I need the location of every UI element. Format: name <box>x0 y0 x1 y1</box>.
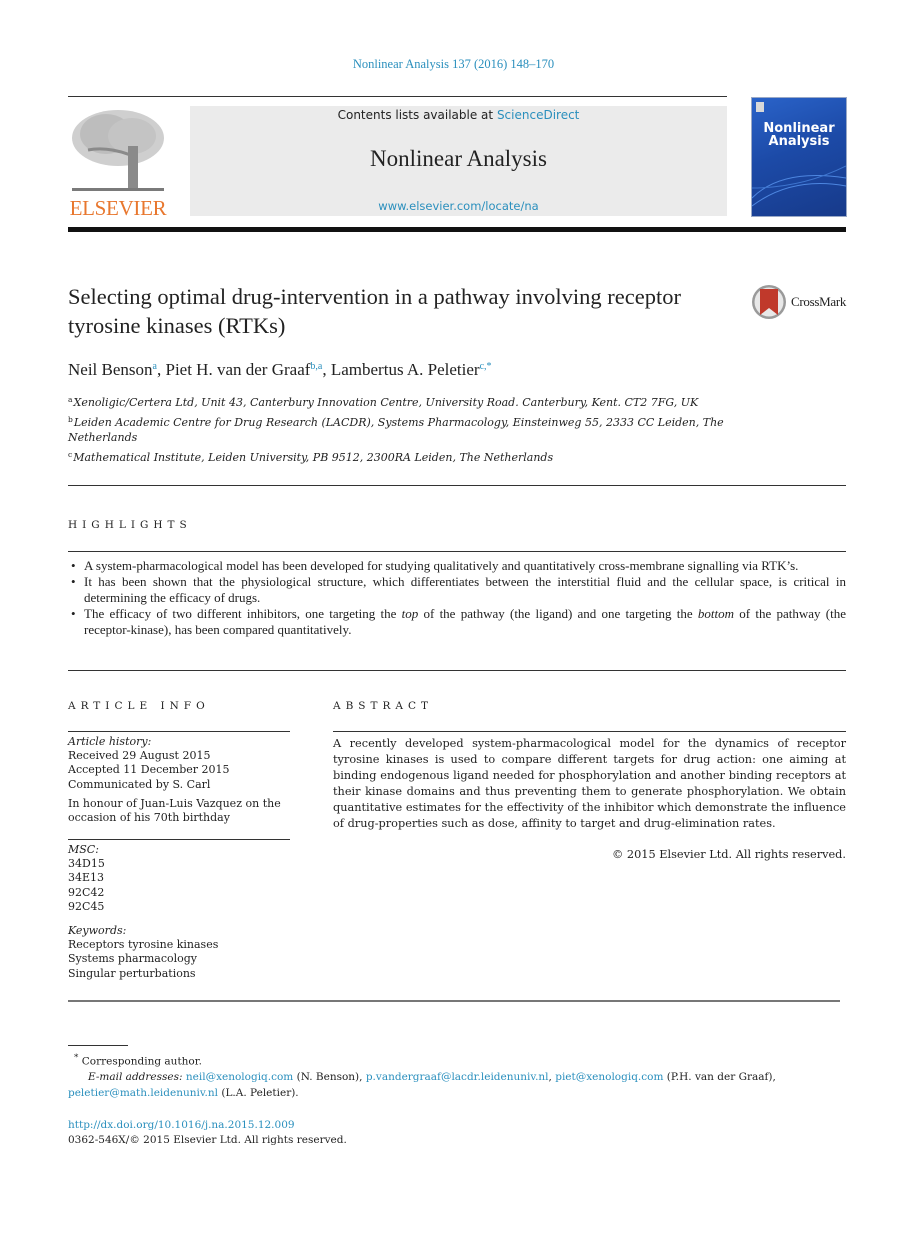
msc-code: 92C45 <box>68 899 105 913</box>
email-link[interactable]: neil@xenologiq.com <box>186 1071 293 1083</box>
email-owner: (L.A. Peletier). <box>218 1086 299 1099</box>
abstract-rule <box>333 731 846 732</box>
highlight-text: It has been shown that the physiological… <box>84 574 846 605</box>
footnotes: * Corresponding author. E-mail addresses… <box>68 1051 846 1101</box>
affiliation-text: Xenoligic/Certera Ltd, Unit 43, Canterbu… <box>73 396 699 409</box>
cover-wave-graphic <box>752 165 846 207</box>
msc-code: 92C42 <box>68 885 105 899</box>
highlight-text: of the pathway (the ligand) and one targ… <box>418 606 698 621</box>
highlight-emphasis: top <box>401 606 419 621</box>
masthead-thick-rule <box>68 227 846 232</box>
section-divider <box>68 485 846 486</box>
abstract-text: A recently developed system-pharmacologi… <box>333 737 846 830</box>
highlight-item: • It has been shown that the physiologica… <box>68 574 846 606</box>
bullet-icon: • <box>71 574 76 589</box>
tree-icon <box>72 110 164 191</box>
affiliation-item: aXenoligic/Certera Ltd, Unit 43, Canterb… <box>68 392 748 411</box>
cover-publisher-mark-icon <box>756 102 764 112</box>
email-link[interactable]: piet@xenologiq.com <box>555 1071 663 1083</box>
highlights-list: • A system-pharmacological model has been… <box>68 558 846 638</box>
highlight-text: A system-pharmacological model has been … <box>84 558 799 573</box>
journal-cover-image[interactable]: Nonlinear Analysis <box>751 97 847 217</box>
communicated-by: Communicated by S. Carl <box>68 777 211 791</box>
email-addresses: E-mail addresses: neil@xenologiq.com (N.… <box>68 1070 846 1101</box>
affiliation-text: Mathematical Institute, Leiden Universit… <box>73 450 554 464</box>
highlights-rule <box>68 551 846 552</box>
affiliation-mark: c <box>68 449 73 459</box>
affiliation-text: Leiden Academic Centre for Drug Research… <box>68 415 724 445</box>
abstract-heading: ABSTRACT <box>333 700 434 712</box>
cover-title-line2: Analysis <box>768 134 830 149</box>
masthead-rule <box>68 96 727 97</box>
keywords: Keywords: Receptors tyrosine kinases Sys… <box>68 924 290 981</box>
highlights-heading: HIGHLIGHTS <box>68 519 192 531</box>
elsevier-wordmark: ELSEVIER <box>69 196 167 220</box>
front-matter-bottom-rule <box>68 1000 840 1002</box>
msc-code: 34D15 <box>68 857 105 871</box>
doi-link[interactable]: http://dx.doi.org/10.1016/j.na.2015.12.0… <box>68 1119 295 1131</box>
keyword: Receptors tyrosine kinases <box>68 938 219 952</box>
section-divider <box>68 670 846 671</box>
journal-homepage-link[interactable]: www.elsevier.com/locate/na <box>190 199 727 213</box>
article-info-heading: ARTICLE INFO <box>68 700 210 712</box>
email-owner: (N. Benson), <box>293 1071 366 1083</box>
corresponding-author-note: * Corresponding author. <box>68 1051 846 1070</box>
article-history-label: Article history: <box>68 735 152 748</box>
crossmark-label: CrossMark <box>791 294 847 309</box>
highlight-item: • A system-pharmacological model has been… <box>68 558 846 574</box>
msc-codes: MSC: 34D15 34E13 92C42 92C45 <box>68 843 290 914</box>
email-label: E-mail addresses: <box>88 1071 183 1083</box>
affiliations: aXenoligic/Certera Ltd, Unit 43, Canterb… <box>68 392 748 466</box>
journal-name: Nonlinear Analysis <box>370 146 547 171</box>
corresponding-text: Corresponding author. <box>81 1055 202 1068</box>
keyword: Systems pharmacology <box>68 952 198 966</box>
author-name[interactable]: Piet H. van der Graaf <box>165 360 310 379</box>
journal-citation-link[interactable]: Nonlinear Analysis 137 (2016) 148–170 <box>0 57 907 72</box>
corresponding-mark: * <box>74 1053 79 1063</box>
highlight-text: The efficacy of two different inhibitors… <box>84 606 402 621</box>
author-list: Neil Bensona, Piet H. van der Graafb,a, … <box>68 360 492 379</box>
contents-prefix: Contents lists available at <box>337 108 497 122</box>
author-affiliation-mark[interactable]: b,a <box>310 361 322 372</box>
highlight-item: • The efficacy of two different inhibitor… <box>68 606 846 638</box>
email-link[interactable]: peletier@math.leidenuniv.nl <box>68 1087 218 1099</box>
affiliation-mark: b <box>68 414 73 424</box>
keywords-label: Keywords: <box>68 924 127 937</box>
cover-title: Nonlinear Analysis <box>752 122 846 148</box>
highlight-emphasis: bottom <box>697 606 735 621</box>
issn-copyright: 0362-546X/© 2015 Elsevier Ltd. All right… <box>68 1134 347 1146</box>
dedication: In honour of Juan-Luis Vazquez on the oc… <box>68 796 281 825</box>
crossmark-icon <box>752 285 786 319</box>
msc-label: MSC: <box>68 843 99 856</box>
article-info-rule <box>68 731 290 732</box>
affiliation-item: cMathematical Institute, Leiden Universi… <box>68 447 748 466</box>
author-affiliation-mark[interactable]: c,* <box>480 361 492 372</box>
abstract-copyright: © 2015 Elsevier Ltd. All rights reserved… <box>612 848 846 861</box>
received-date: Received 29 August 2015 <box>68 749 211 763</box>
sciencedirect-link[interactable]: ScienceDirect <box>497 108 579 122</box>
affiliation-item: bLeiden Academic Centre for Drug Researc… <box>68 412 748 446</box>
bullet-icon: • <box>71 558 76 573</box>
email-link[interactable]: p.vandergraaf@lacdr.leidenuniv.nl <box>366 1071 549 1083</box>
article-title: Selecting optimal drug-intervention in a… <box>68 284 681 338</box>
crossmark-button[interactable]: CrossMark <box>751 284 851 320</box>
email-owner: (P.H. van der Graaf), <box>663 1071 776 1083</box>
article-info-rule <box>68 839 290 840</box>
footnote-rule <box>68 1045 128 1046</box>
msc-code: 34E13 <box>68 871 105 885</box>
keyword: Singular perturbations <box>68 966 196 980</box>
contents-available-line: Contents lists available at ScienceDirec… <box>190 108 727 122</box>
bullet-icon: • <box>71 606 76 621</box>
author-affiliation-mark[interactable]: a <box>153 361 157 372</box>
accepted-date: Accepted 11 December 2015 <box>68 763 230 777</box>
journal-banner: Contents lists available at ScienceDirec… <box>190 106 727 216</box>
affiliation-mark: a <box>68 395 73 404</box>
author-name[interactable]: Neil Benson <box>68 360 153 379</box>
author-name[interactable]: Lambertus A. Peletier <box>331 360 480 379</box>
article-history: Article history: Received 29 August 2015… <box>68 735 290 825</box>
